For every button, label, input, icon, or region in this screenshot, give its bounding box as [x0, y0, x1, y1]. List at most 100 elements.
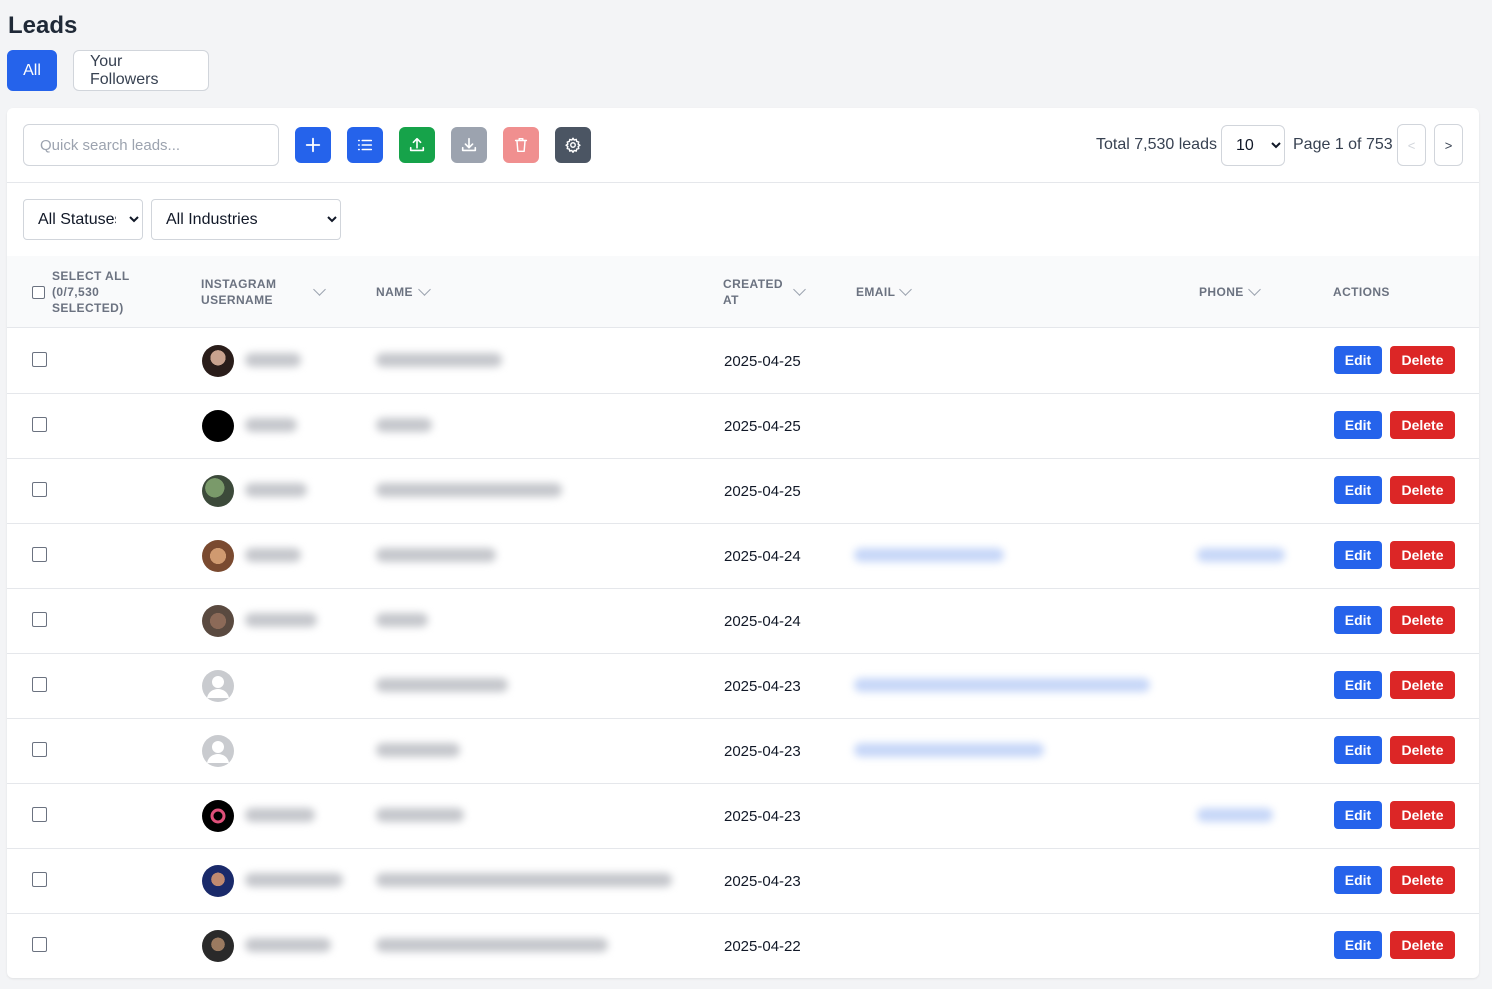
next-page-button[interactable]: > [1434, 124, 1463, 166]
username-redacted [245, 483, 307, 497]
add-lead-button[interactable] [295, 127, 331, 163]
tab-bar: All Your Followers [7, 50, 209, 91]
page-size-select[interactable]: 10 [1221, 125, 1285, 166]
row-checkbox[interactable] [32, 612, 47, 627]
delete-button[interactable]: Delete [1390, 736, 1455, 764]
select-all-checkbox[interactable] [32, 286, 45, 299]
table-row: 2025-04-25 Edit Delete [7, 459, 1479, 524]
total-leads: Total 7,530 leads [1096, 136, 1217, 153]
created-date: 2025-04-23 [724, 678, 801, 695]
col-phone[interactable]: PHONE [1199, 284, 1244, 300]
edit-button[interactable]: Edit [1334, 476, 1382, 504]
name-redacted [376, 613, 428, 627]
username-redacted [245, 548, 301, 562]
delete-button[interactable]: Delete [1390, 931, 1455, 959]
avatar [202, 800, 234, 832]
chevron-down-icon[interactable] [313, 283, 326, 296]
created-date: 2025-04-22 [724, 938, 801, 955]
row-checkbox[interactable] [32, 352, 47, 367]
name-redacted [376, 678, 508, 692]
row-checkbox[interactable] [32, 807, 47, 822]
avatar [202, 735, 234, 767]
user-icon [207, 741, 229, 763]
filters: All Statuses All Industries [23, 199, 341, 240]
col-name[interactable]: NAME [376, 284, 413, 300]
email-redacted [854, 743, 1044, 757]
row-checkbox[interactable] [32, 482, 47, 497]
user-icon [207, 676, 229, 698]
created-date: 2025-04-25 [724, 418, 801, 435]
prev-page-button[interactable]: < [1397, 124, 1426, 166]
delete-button[interactable]: Delete [1390, 671, 1455, 699]
search-input[interactable] [23, 124, 279, 166]
row-checkbox[interactable] [32, 872, 47, 887]
col-instagram-username[interactable]: INSTAGRAM USERNAME [201, 276, 291, 308]
phone-redacted [1197, 808, 1273, 822]
col-select-all: SELECT ALL (0/7,530 SELECTED) [52, 269, 130, 315]
tab-your-followers[interactable]: Your Followers [73, 50, 209, 91]
edit-button[interactable]: Edit [1334, 736, 1382, 764]
download-button[interactable] [451, 127, 487, 163]
row-checkbox[interactable] [32, 677, 47, 692]
chevron-down-icon[interactable] [793, 283, 806, 296]
name-redacted [376, 483, 562, 497]
avatar [202, 410, 234, 442]
edit-button[interactable]: Edit [1334, 411, 1382, 439]
edit-button[interactable]: Edit [1334, 931, 1382, 959]
edit-button[interactable]: Edit [1334, 346, 1382, 374]
delete-button[interactable]: Delete [1390, 411, 1455, 439]
delete-button[interactable]: Delete [1390, 346, 1455, 374]
delete-button[interactable]: Delete [1390, 541, 1455, 569]
edit-button[interactable]: Edit [1334, 606, 1382, 634]
avatar [202, 345, 234, 377]
edit-button[interactable]: Edit [1334, 866, 1382, 894]
created-date: 2025-04-23 [724, 743, 801, 760]
leads-card: Total 7,530 leads 10 Page 1 of 753 < > A… [7, 108, 1479, 978]
username-redacted [245, 613, 317, 627]
table-row: 2025-04-22 Edit Delete [7, 914, 1479, 978]
chevron-down-icon[interactable] [418, 283, 431, 296]
delete-button[interactable]: Delete [1390, 606, 1455, 634]
row-checkbox[interactable] [32, 937, 47, 952]
table-row: 2025-04-24 Edit Delete [7, 524, 1479, 589]
table-row: 2025-04-25 Edit Delete [7, 329, 1479, 394]
chevron-down-icon[interactable] [899, 283, 912, 296]
col-created-at[interactable]: CREATED AT [723, 276, 783, 308]
industry-filter[interactable]: All Industries [151, 199, 341, 240]
row-checkbox[interactable] [32, 417, 47, 432]
row-checkbox[interactable] [32, 742, 47, 757]
email-redacted [854, 678, 1150, 692]
edit-button[interactable]: Edit [1334, 541, 1382, 569]
name-redacted [376, 808, 464, 822]
col-actions: ACTIONS [1333, 285, 1390, 299]
trash-icon [514, 137, 528, 153]
email-redacted [854, 548, 1004, 562]
username-redacted [245, 353, 301, 367]
settings-button[interactable] [555, 127, 591, 163]
name-redacted [376, 418, 432, 432]
delete-button[interactable]: Delete [1390, 476, 1455, 504]
edit-button[interactable]: Edit [1334, 671, 1382, 699]
name-redacted [376, 743, 460, 757]
row-checkbox[interactable] [32, 547, 47, 562]
avatar [202, 930, 234, 962]
created-date: 2025-04-23 [724, 873, 801, 890]
table-row: 2025-04-23 Edit Delete [7, 654, 1479, 719]
upload-icon [409, 137, 425, 152]
avatar [202, 670, 234, 702]
delete-button[interactable]: Delete [1390, 801, 1455, 829]
table-row: 2025-04-24 Edit Delete [7, 589, 1479, 654]
delete-button[interactable]: Delete [1390, 866, 1455, 894]
upload-button[interactable] [399, 127, 435, 163]
list-view-button[interactable] [347, 127, 383, 163]
delete-selected-button[interactable] [503, 127, 539, 163]
username-redacted [245, 808, 315, 822]
tab-all[interactable]: All [7, 50, 57, 91]
chevron-down-icon[interactable] [1248, 283, 1261, 296]
avatar [202, 865, 234, 897]
status-filter[interactable]: All Statuses [23, 199, 143, 240]
edit-button[interactable]: Edit [1334, 801, 1382, 829]
table-row: 2025-04-25 Edit Delete [7, 394, 1479, 459]
col-email[interactable]: EMAIL [856, 284, 895, 300]
download-icon [461, 137, 477, 152]
